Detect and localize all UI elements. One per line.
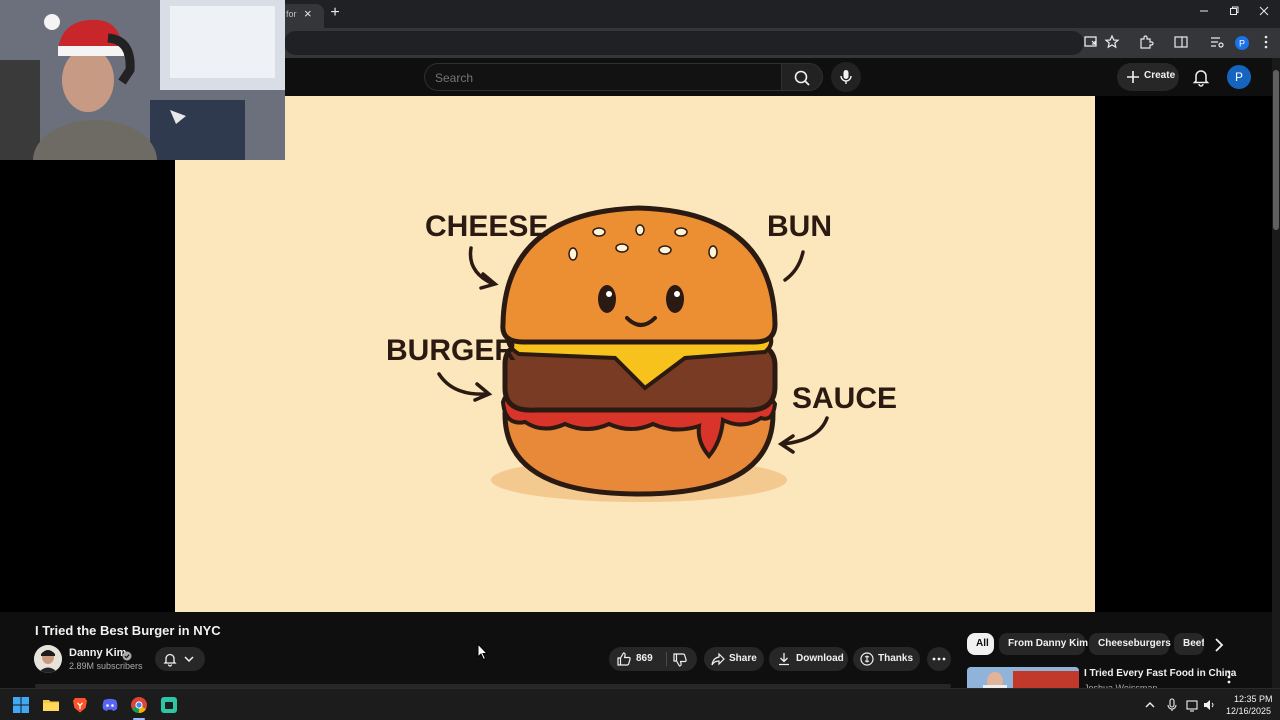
mouse-cursor	[477, 642, 489, 661]
webcam-overlay	[0, 0, 285, 160]
bookmark-star-icon[interactable]	[1104, 34, 1122, 52]
download-button[interactable]: Download	[769, 647, 848, 671]
video-frame[interactable]: CHEESE BUN BURGER SAUCE	[175, 96, 1095, 612]
clock-date[interactable]: 12/16/2025	[1226, 706, 1271, 716]
create-button[interactable]: Create	[1117, 63, 1179, 91]
restore-icon	[1230, 6, 1239, 15]
app-icon[interactable]	[160, 696, 178, 714]
chip-label: Beef	[1183, 638, 1204, 649]
browser-menu-icon[interactable]	[1258, 34, 1276, 52]
close-window-button[interactable]	[1250, 4, 1278, 22]
media-control-icon[interactable]	[1209, 34, 1227, 52]
chips-next-button[interactable]	[1208, 634, 1230, 656]
recommendation-menu-button[interactable]	[1222, 668, 1236, 686]
video-player[interactable]: CHEESE BUN BURGER SAUCE	[0, 96, 1272, 612]
more-actions-button[interactable]	[927, 647, 951, 671]
more-vertical-icon	[1227, 670, 1231, 684]
chevron-right-icon	[1215, 638, 1224, 652]
restore-button[interactable]	[1220, 4, 1248, 22]
share-icon	[711, 652, 725, 666]
share-button[interactable]: Share	[704, 647, 764, 671]
like-dislike-group: 869	[609, 647, 697, 671]
new-tab-button[interactable]: +	[326, 4, 344, 22]
chip-label: All	[976, 638, 989, 649]
tab-title: for	[286, 9, 297, 19]
chrome-icon[interactable]	[130, 696, 148, 714]
cast-icon[interactable]	[1083, 34, 1101, 52]
subscription-bell-button[interactable]	[155, 647, 205, 671]
mic-icon	[840, 70, 852, 84]
recommendation-thumbnail[interactable]	[967, 667, 1079, 689]
webcam-image	[0, 0, 285, 160]
search-button[interactable]	[781, 63, 823, 91]
sauce-label: SAUCE	[792, 382, 897, 415]
video-title: I Tried the Best Burger in NYC	[35, 623, 221, 638]
show-hidden-icons-icon[interactable]	[1143, 696, 1161, 714]
search-box	[424, 63, 781, 91]
chip-beef[interactable]: Beef	[1174, 633, 1204, 655]
subscriber-count: 2.89M subscribers	[69, 661, 143, 671]
windows-start-icon[interactable]	[12, 696, 30, 714]
address-bar[interactable]	[284, 31, 1084, 55]
page-scrollbar[interactable]	[1272, 58, 1280, 688]
side-panel-icon[interactable]	[1173, 34, 1191, 52]
dislike-button[interactable]	[667, 647, 697, 671]
file-explorer-icon[interactable]	[42, 696, 60, 714]
minimize-button[interactable]	[1190, 4, 1218, 22]
chip-from-channel[interactable]: From Danny Kim	[999, 633, 1089, 655]
search-icon	[794, 70, 810, 86]
chip-label: From Danny Kim	[1008, 638, 1089, 649]
tab-close-button[interactable]: ×	[304, 6, 312, 21]
plus-icon	[1127, 71, 1139, 83]
recommendation-title[interactable]: I Tried Every Fast Food in China	[1084, 668, 1236, 679]
burger-illustration: CHEESE BUN BURGER SAUCE	[386, 205, 897, 502]
bell-icon	[163, 653, 177, 667]
cursor-icon	[477, 642, 489, 661]
chip-all[interactable]: All	[967, 633, 994, 655]
create-label: Create	[1144, 70, 1176, 81]
discord-icon[interactable]	[101, 696, 119, 714]
download-icon	[779, 653, 789, 666]
windows-taskbar: 12:35 PM 12/16/2025	[0, 688, 1280, 720]
channel-avatar[interactable]	[34, 645, 62, 673]
browser-tab[interactable]: for ×	[280, 4, 324, 28]
share-label: Share	[729, 653, 757, 664]
extensions-icon[interactable]	[1138, 34, 1156, 52]
search-input[interactable]	[435, 69, 765, 87]
brave-icon[interactable]	[71, 696, 89, 714]
microphone-tray-icon[interactable]	[1165, 696, 1183, 714]
burger-label: BURGER	[386, 334, 516, 367]
like-button[interactable]: 869	[609, 647, 666, 671]
profile-icon[interactable]: P	[1233, 34, 1251, 52]
verified-badge-icon	[122, 648, 132, 661]
thanks-icon	[860, 652, 874, 666]
svg-text:P: P	[1239, 39, 1245, 49]
bun-label: BUN	[767, 210, 832, 243]
more-icon	[932, 657, 946, 661]
like-count: 869	[636, 653, 653, 664]
close-icon	[1259, 6, 1269, 16]
thumbs-up-icon	[617, 652, 631, 666]
cheese-label: CHEESE	[425, 210, 548, 243]
voice-search-button[interactable]	[831, 62, 861, 92]
bell-icon	[1192, 70, 1210, 87]
clock-time[interactable]: 12:35 PM	[1234, 694, 1273, 704]
volume-icon[interactable]	[1202, 696, 1220, 714]
thanks-label: Thanks	[878, 653, 914, 664]
chip-cheeseburgers[interactable]: Cheeseburgers	[1089, 633, 1171, 655]
account-avatar[interactable]: P	[1227, 65, 1251, 89]
download-label: Download	[796, 653, 844, 664]
channel-name[interactable]: Danny Kim	[69, 647, 126, 659]
thumbs-down-icon	[673, 653, 687, 667]
notifications-button[interactable]	[1190, 66, 1212, 88]
chevron-down-icon	[184, 656, 194, 663]
scrollbar-thumb[interactable]	[1273, 70, 1279, 230]
chip-label: Cheeseburgers	[1098, 638, 1171, 649]
minimize-icon	[1200, 10, 1208, 12]
thanks-button[interactable]: Thanks	[853, 647, 920, 671]
